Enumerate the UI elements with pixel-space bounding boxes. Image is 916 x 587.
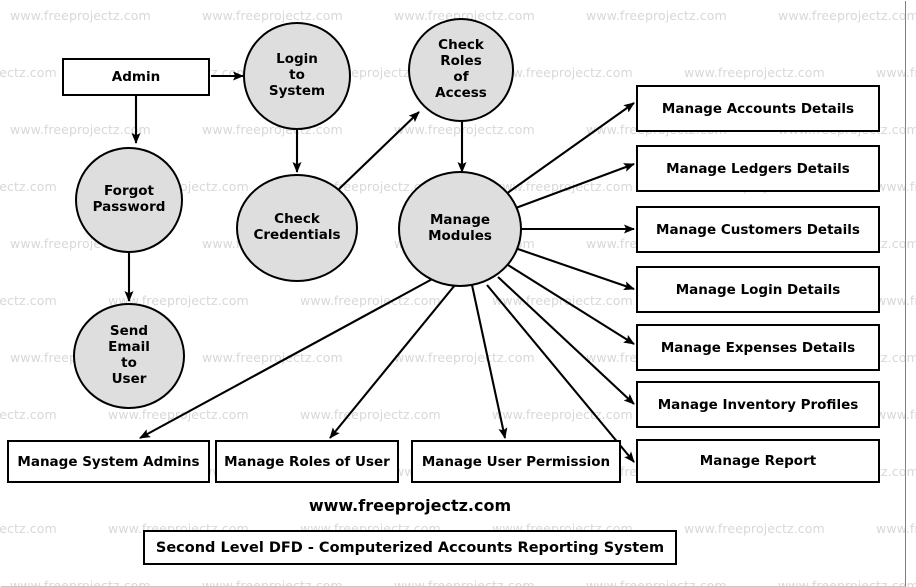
datastore-manage-accounts-details-label: Manage Accounts Details: [661, 100, 855, 117]
process-check-roles-line-2: Roles: [440, 53, 482, 70]
process-send-email-line-2: Email: [108, 339, 150, 356]
process-check-credentials-line-2: Credentials: [253, 227, 341, 243]
process-check-roles-of-access[interactable]: Check Roles of Access: [408, 18, 514, 122]
datastore-manage-customers-details[interactable]: Manage Customers Details: [636, 206, 880, 253]
process-check-roles-line-3: of: [453, 69, 469, 85]
process-forgot-password-line-2: Password: [92, 199, 166, 215]
process-send-email-line-4: User: [111, 370, 147, 387]
datastore-manage-ledgers-details-label: Manage Ledgers Details: [666, 160, 850, 177]
datastore-manage-ledgers-details[interactable]: Manage Ledgers Details: [636, 145, 880, 192]
datastore-manage-user-permission[interactable]: Manage User Permission: [411, 440, 621, 483]
process-check-credentials[interactable]: Check Credentials: [236, 174, 358, 282]
datastore-manage-expenses-details[interactable]: Manage Expenses Details: [636, 324, 880, 371]
diagram-title-box: Second Level DFD - Computerized Accounts…: [143, 530, 677, 565]
datastore-manage-roles-of-user-label: Manage Roles of User: [224, 453, 390, 470]
datastore-manage-login-details[interactable]: Manage Login Details: [636, 266, 880, 313]
process-login-to-system[interactable]: Login to System: [243, 22, 351, 130]
site-watermark-label-text: www.freeprojectz.com: [308, 496, 512, 515]
datastore-manage-report[interactable]: Manage Report: [636, 439, 880, 483]
process-login-to-system-line-1: Login: [276, 51, 318, 68]
process-send-email-line-3: to: [121, 355, 137, 371]
process-check-roles-line-1: Check: [438, 37, 484, 54]
datastore-manage-expenses-details-label: Manage Expenses Details: [660, 339, 856, 356]
process-check-credentials-line-1: Check: [274, 211, 320, 228]
process-login-to-system-line-3: System: [268, 82, 326, 99]
datastore-manage-user-permission-label: Manage User Permission: [421, 453, 611, 470]
datastore-manage-system-admins[interactable]: Manage System Admins: [7, 440, 210, 483]
diagram-title-text: Second Level DFD - Computerized Accounts…: [155, 539, 665, 556]
entity-admin-label: Admin: [111, 69, 161, 85]
datastore-manage-inventory-profiles-label: Manage Inventory Profiles: [657, 396, 859, 413]
process-login-to-system-line-2: to: [289, 67, 305, 84]
process-check-roles-line-4: Access: [435, 84, 487, 101]
datastore-manage-inventory-profiles[interactable]: Manage Inventory Profiles: [636, 381, 880, 428]
process-forgot-password-line-1: Forgot: [104, 183, 154, 200]
process-manage-modules[interactable]: Manage Modules: [398, 171, 522, 287]
process-forgot-password[interactable]: Forgot Password: [75, 147, 183, 253]
dfd-diagram-canvas: www.freeprojectz.com www.freeprojectz.com…: [0, 0, 916, 587]
process-send-email-line-1: Send: [109, 323, 149, 340]
site-watermark-label: www.freeprojectz.com: [260, 496, 560, 515]
datastore-manage-login-details-label: Manage Login Details: [675, 281, 841, 298]
datastore-manage-accounts-details[interactable]: Manage Accounts Details: [636, 85, 880, 132]
entity-admin[interactable]: Admin: [62, 58, 210, 96]
datastore-manage-report-label: Manage Report: [699, 453, 817, 469]
datastore-manage-customers-details-label: Manage Customers Details: [656, 221, 860, 238]
datastore-manage-system-admins-label: Manage System Admins: [17, 453, 200, 470]
datastore-manage-roles-of-user[interactable]: Manage Roles of User: [215, 440, 399, 483]
process-manage-modules-line-1: Manage: [429, 212, 491, 229]
process-manage-modules-line-2: Modules: [428, 228, 492, 244]
process-send-email-to-user[interactable]: Send Email to User: [73, 303, 185, 409]
